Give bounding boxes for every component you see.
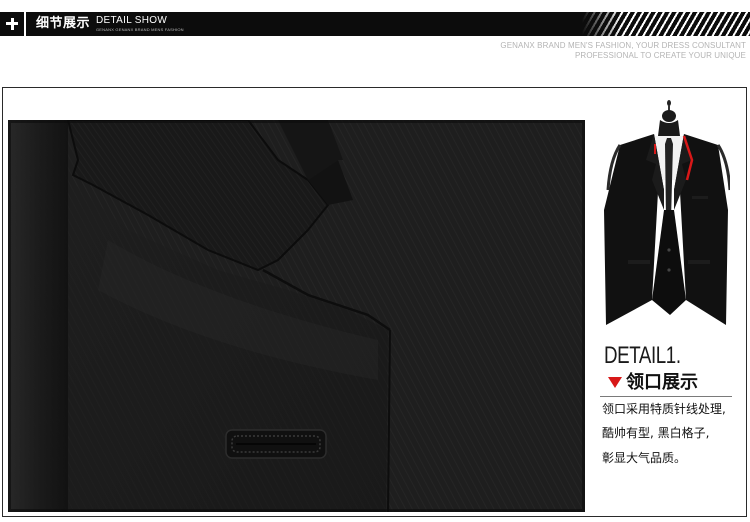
tagline-line-1: GENANX BRAND MEN'S FASHION, YOUR DRESS C… xyxy=(500,41,746,50)
description-line-3: 彰显大气品质。 xyxy=(602,451,687,465)
description-line-2: 酷帅有型, 黑白格子, xyxy=(602,426,710,440)
section-divider xyxy=(600,396,732,397)
mannequin-suit-image xyxy=(600,100,732,340)
description-line-1: 领口采用特质针线处理, xyxy=(602,402,726,416)
section-title: 领口展示 xyxy=(626,372,698,393)
brand-tagline: GENANX BRAND MEN'S FASHION, YOUR DRESS C… xyxy=(500,41,746,61)
header-subtitle-en: GENANX GENANX BRAND MENS FASHION xyxy=(96,27,184,32)
header-stripes-fade xyxy=(582,12,622,36)
lapel-closeup-image xyxy=(8,120,585,512)
lapel-closeup-graphic xyxy=(8,120,585,512)
tagline-line-2: PROFESSIONAL TO CREATE YOUR UNIQUE xyxy=(575,51,746,60)
suit-graphic xyxy=(604,100,732,325)
header-title-en: DETAIL SHOW xyxy=(96,15,168,26)
plus-icon xyxy=(0,12,26,36)
header-title-cn: 细节展示 xyxy=(36,16,91,31)
detail-number-label: DETAIL1. xyxy=(604,342,681,369)
triangle-down-icon xyxy=(608,377,622,388)
